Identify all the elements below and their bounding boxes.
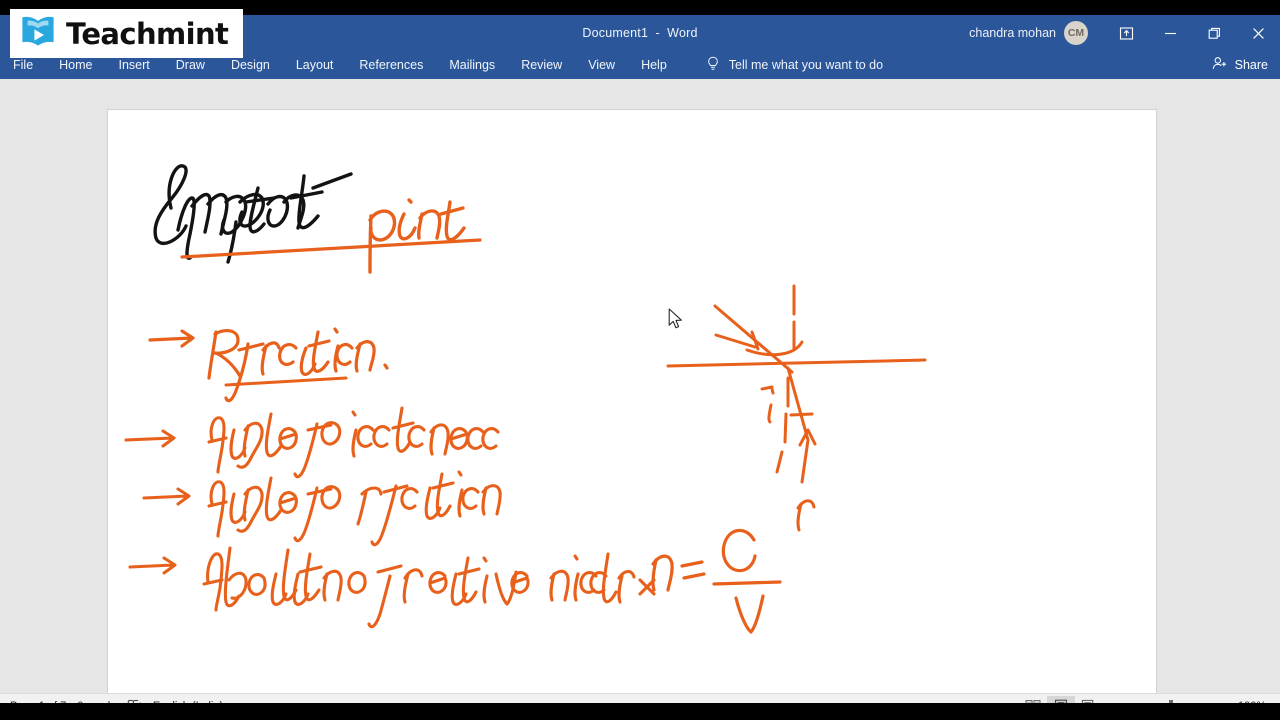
tab-mailings[interactable]: Mailings	[436, 51, 508, 79]
tell-me-box[interactable]: Tell me what you want to do	[706, 56, 883, 75]
ribbon-display-options-icon[interactable]	[1104, 15, 1148, 51]
title-bar-right-group: chandra mohan CM	[969, 15, 1280, 51]
zoom-level-label[interactable]: 100%	[1238, 700, 1272, 703]
teachmint-wordmark: Teachmint	[66, 16, 229, 51]
share-button[interactable]: Share	[1212, 56, 1268, 74]
zoom-in-button[interactable]: +	[1219, 699, 1229, 704]
word-application-window: Document1 - Word chandra mohan CM File H…	[0, 15, 1280, 703]
proofing-errors-icon[interactable]	[127, 699, 153, 703]
web-layout-icon[interactable]	[1075, 696, 1103, 703]
close-icon[interactable]	[1236, 15, 1280, 51]
tell-me-label: Tell me what you want to do	[728, 58, 884, 72]
zoom-out-button[interactable]: −	[1113, 699, 1123, 704]
account-name[interactable]: chandra mohan	[969, 26, 1064, 40]
avatar[interactable]: CM	[1064, 21, 1088, 45]
zoom-control[interactable]: − +	[1113, 699, 1229, 704]
status-bar-right: − + 100%	[1019, 695, 1272, 704]
word-count[interactable]: 0 words	[77, 700, 127, 703]
formula-ink	[651, 528, 782, 634]
bullet-4-ink	[128, 546, 656, 629]
tab-help[interactable]: Help	[628, 51, 680, 79]
tab-view[interactable]: View	[575, 51, 628, 79]
heading-point-ink	[368, 198, 466, 274]
document-canvas[interactable]	[0, 79, 1280, 693]
share-label: Share	[1234, 58, 1268, 72]
tab-references[interactable]: References	[346, 51, 436, 79]
bullet-1-ink	[148, 327, 389, 403]
share-person-icon	[1212, 56, 1228, 74]
bullet-1-underline-ink	[224, 376, 348, 387]
status-bar: Page 1 of 7 0 words English (India)	[0, 693, 1280, 703]
open-book-play-icon	[18, 11, 58, 56]
bullet-3-ink	[142, 470, 502, 547]
minimize-icon[interactable]	[1148, 15, 1192, 51]
mouse-pointer-arrow	[668, 308, 685, 336]
teachmint-logo: Teachmint	[10, 9, 243, 58]
handwritten-ink-layer	[124, 164, 927, 634]
lightbulb-icon	[706, 56, 720, 75]
heading-underline-ink	[180, 238, 482, 259]
zoom-slider-thumb[interactable]	[1168, 699, 1173, 703]
tab-review[interactable]: Review	[508, 51, 575, 79]
document-page[interactable]	[108, 110, 1156, 693]
tab-layout[interactable]: Layout	[283, 51, 347, 79]
bullet-2-ink	[124, 406, 500, 479]
print-layout-icon[interactable]	[1047, 695, 1075, 703]
status-bar-left: Page 1 of 7 0 words English (India)	[0, 699, 234, 703]
language-indicator[interactable]: English (India)	[153, 700, 234, 703]
refraction-ray-diagram-ink	[666, 284, 927, 532]
restore-icon[interactable]	[1192, 15, 1236, 51]
read-mode-icon[interactable]	[1019, 696, 1047, 703]
page-indicator[interactable]: Page 1 of 7	[10, 700, 77, 703]
screen: Document1 - Word chandra mohan CM File H…	[0, 0, 1280, 720]
